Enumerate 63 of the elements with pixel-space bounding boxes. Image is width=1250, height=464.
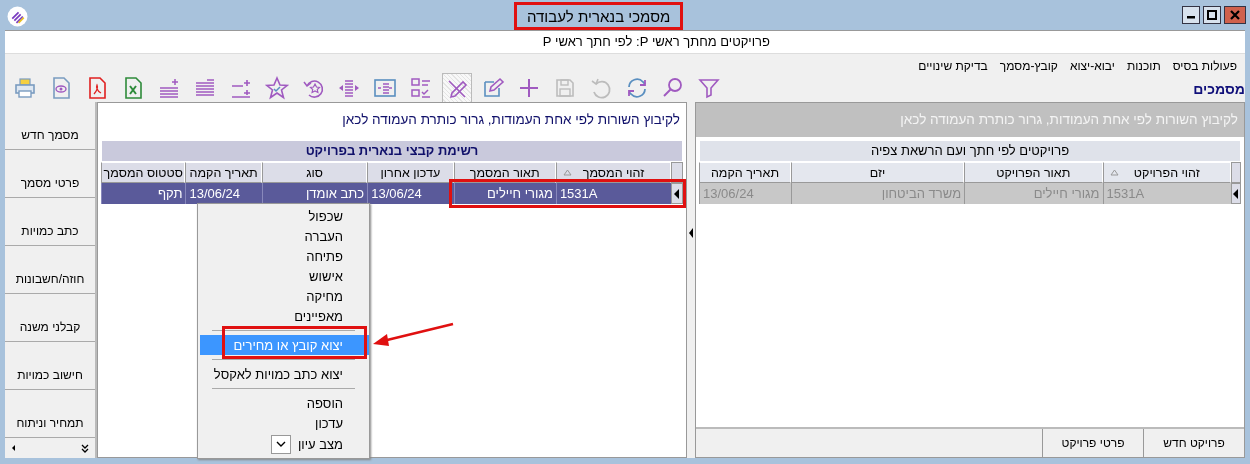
column-header[interactable]: סוג	[261, 162, 368, 183]
menu-item[interactable]: אישוש	[198, 266, 369, 286]
column-header[interactable]: סטטוס המסמך	[101, 162, 186, 183]
menu-item[interactable]: פתיחה	[198, 246, 369, 266]
star-check-icon	[265, 76, 289, 100]
checklist-icon	[409, 76, 433, 100]
save-icon	[553, 76, 577, 100]
grid-title: רשימת קבצי בנארית בפרויקט	[101, 140, 683, 162]
window-title: מסמכי בנארית לעבודה	[514, 2, 684, 30]
close-button[interactable]	[1224, 6, 1246, 24]
check-icon	[275, 440, 286, 448]
checkbox[interactable]	[270, 434, 291, 454]
menu-item[interactable]: יצוא כתב כמויות לאקסל	[198, 364, 369, 384]
menu-item[interactable]: תוכנות	[1126, 59, 1161, 73]
tab-button[interactable]: פרויקט חדש	[1143, 429, 1244, 457]
column-header[interactable]: זהוי הפרויקט	[1102, 162, 1232, 183]
menu-item[interactable]: מחיקה	[198, 286, 369, 306]
menu-item[interactable]: בדיקת שינויים	[918, 59, 988, 73]
table-cell: מגורי חיילים	[964, 183, 1103, 204]
table-cell: 1531A	[1102, 183, 1232, 204]
maximize-icon	[1207, 10, 1217, 20]
menu-item[interactable]: מאפיינים	[198, 306, 369, 326]
lines-plus-icon	[157, 76, 181, 100]
menu-item[interactable]: העברה	[198, 226, 369, 246]
toggle-label: מצב עיון	[297, 436, 343, 452]
menu-item[interactable]: שכפול	[198, 206, 369, 226]
refresh-icon	[625, 76, 649, 100]
minimize-button[interactable]	[1182, 6, 1200, 24]
table-cell: 13/06/24	[185, 183, 262, 204]
grid-title: פרויקטים לפי חתך ועם הרשאת צפיה	[699, 140, 1241, 162]
scroll-left-icon	[11, 444, 16, 452]
menu-item[interactable]: קובץ-מסמך	[999, 59, 1058, 73]
undo-icon	[589, 76, 613, 100]
section-title: מסמכים	[1193, 81, 1245, 97]
table-cell: 13/06/24	[367, 183, 454, 204]
group-by-hint: לקיבוץ השורות לפי אחת העמודות, גרור כותרת העמודה לכאן	[341, 111, 681, 129]
column-header[interactable]: תאור הפרויקט	[964, 162, 1103, 183]
plus-icon	[517, 76, 541, 100]
table-cell: משרד הביטחון	[791, 183, 965, 204]
splitter-arrow-icon	[688, 227, 694, 239]
menu-item[interactable]: עדכון	[198, 413, 369, 433]
edit-icon	[481, 76, 505, 100]
menu-item[interactable]: יבוא-יצוא	[1069, 59, 1115, 73]
close-icon	[1230, 10, 1240, 20]
menu-item[interactable]: פעולות בסיס	[1172, 59, 1237, 73]
maximize-button[interactable]	[1203, 6, 1221, 24]
printer-icon	[13, 76, 37, 100]
table-cell: 1531A	[555, 183, 672, 204]
column-header[interactable]: יזם	[790, 162, 965, 183]
app-logo-icon	[7, 6, 28, 27]
toolbar-button[interactable]	[442, 73, 472, 103]
table-cell: תקף	[101, 183, 186, 204]
column-header[interactable]: עדכון אחרון	[367, 162, 454, 183]
table-cell: 13/06/24	[699, 183, 791, 204]
menu-item[interactable]: הוספה	[198, 393, 369, 413]
filter-icon	[697, 76, 721, 100]
column-header[interactable]: תאריך הקמה	[699, 162, 791, 183]
double-chevron-down-icon	[81, 443, 89, 453]
table-cell: מגורי חיילים	[453, 183, 556, 204]
column-header[interactable]: תאריך הקמה	[185, 162, 262, 183]
subtitle: פרויקטים מחתך ראשי P: לפי חתך ראשי P	[5, 30, 1245, 54]
frame-arrows-icon	[373, 76, 397, 100]
tab-button[interactable]: פרטי פרויקט	[1042, 429, 1143, 457]
